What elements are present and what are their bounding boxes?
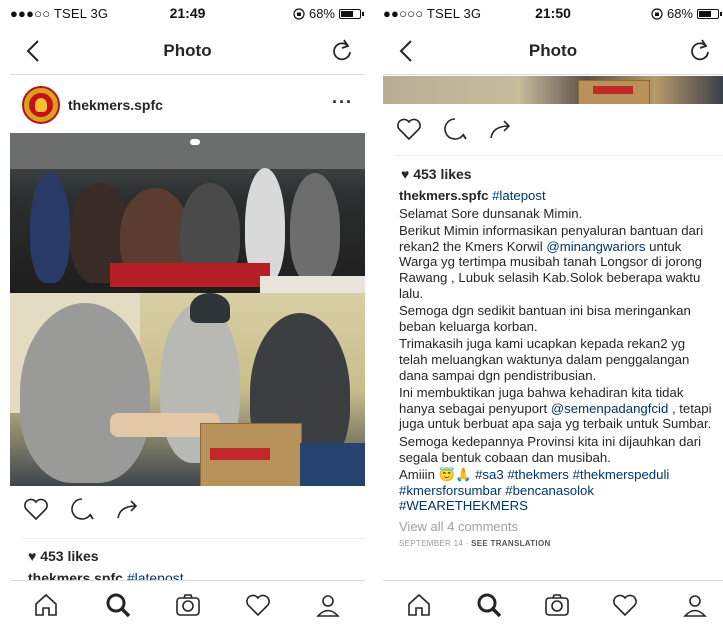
view-comments-link[interactable]: View all 4 comments: [399, 519, 717, 535]
profile-icon[interactable]: [314, 591, 342, 619]
post-date: SEPTEMBER 14: [399, 539, 464, 549]
caption-paragraph: Ini membuktikan juga bahwa kehadiran kit…: [399, 385, 712, 432]
activity-heart-icon[interactable]: [611, 591, 639, 619]
profile-icon[interactable]: [681, 591, 709, 619]
refresh-icon[interactable]: [687, 37, 713, 63]
caption-paragraph: Semoga kedepannya Provinsi kita ini dija…: [399, 433, 702, 465]
post-photo-group[interactable]: [10, 133, 365, 293]
likes-count[interactable]: ♥ 453 likes: [28, 548, 99, 564]
post-header: thekmers.spfc ···: [10, 80, 365, 130]
caption: thekmers.spfc #latepost Selamat Sore dun…: [399, 188, 717, 554]
camera-icon[interactable]: [174, 591, 202, 619]
post-meta: SEPTEMBER 14 · SEE TRANSLATION: [399, 539, 551, 549]
refresh-icon[interactable]: [329, 37, 355, 63]
likes-count[interactable]: ♥ 453 likes: [401, 166, 472, 182]
page-title: Photo: [163, 41, 212, 60]
caption-paragraph: Selamat Sore dunsanak Mimin.: [399, 205, 583, 221]
nav-bar: Photo: [383, 28, 723, 75]
battery-icon: [697, 8, 722, 19]
mention-link[interactable]: @semenpadangfcid: [551, 401, 669, 416]
more-options-icon[interactable]: ···: [332, 92, 353, 113]
avatar[interactable]: [22, 86, 60, 124]
post-photo-cropped[interactable]: [383, 76, 723, 104]
see-translation-link[interactable]: SEE TRANSLATION: [471, 539, 550, 548]
status-bar: ●●○○○ TSEL 3G 21:50 68%: [383, 0, 723, 26]
post-actions: [10, 490, 365, 530]
share-icon[interactable]: [487, 116, 515, 142]
comment-icon[interactable]: [441, 116, 469, 142]
camera-icon[interactable]: [543, 591, 571, 619]
nav-bar: Photo: [10, 28, 365, 75]
tab-bar: [10, 580, 365, 627]
battery-percent: 68%: [308, 6, 335, 21]
activity-heart-icon[interactable]: [244, 591, 272, 619]
heart-icon[interactable]: [22, 496, 50, 522]
left-screen: ●●●○○ TSEL 3G 21:49 68% Photo thekmers.s…: [10, 0, 365, 627]
caption-paragraph: Semoga dgn sedikit bantuan ini bisa meri…: [399, 303, 691, 334]
home-icon[interactable]: [32, 591, 60, 619]
heart-small-icon: ♥: [28, 548, 37, 564]
battery-icon: [339, 8, 364, 19]
status-bar: ●●●○○ TSEL 3G 21:49 68%: [10, 0, 365, 26]
heart-icon[interactable]: [395, 116, 423, 142]
home-icon[interactable]: [405, 591, 433, 619]
tab-bar: [383, 580, 723, 627]
caption-paragraph: Trimakasih juga kami ucapkan kepada reka…: [399, 336, 690, 383]
comment-icon[interactable]: [68, 496, 96, 522]
search-icon[interactable]: [104, 591, 132, 619]
caption-username[interactable]: thekmers.spfc: [399, 188, 488, 203]
page-title: Photo: [528, 41, 578, 60]
search-icon[interactable]: [475, 591, 503, 619]
orientation-lock-icon: [651, 7, 663, 20]
share-icon[interactable]: [114, 496, 142, 522]
battery-percent: 68%: [666, 6, 693, 21]
post-actions: [383, 110, 723, 150]
caption-paragraph: Berikut Mimin informasikan penyaluran ba…: [399, 223, 704, 301]
mention-link[interactable]: @minangwariors: [546, 239, 645, 254]
orientation-lock-icon: [293, 7, 305, 20]
heart-small-icon: ♥: [401, 166, 410, 182]
caption-hashtag[interactable]: #latepost: [492, 188, 546, 203]
post-username[interactable]: thekmers.spfc: [68, 97, 163, 113]
caption-hashtags: Amiiin 😇🙏 #sa3 #thekmers #thekmerspeduli…: [399, 467, 670, 514]
post-photo-donation[interactable]: [10, 293, 365, 486]
right-screen: ●●○○○ TSEL 3G 21:50 68% Photo ♥ 453 like…: [383, 0, 723, 627]
